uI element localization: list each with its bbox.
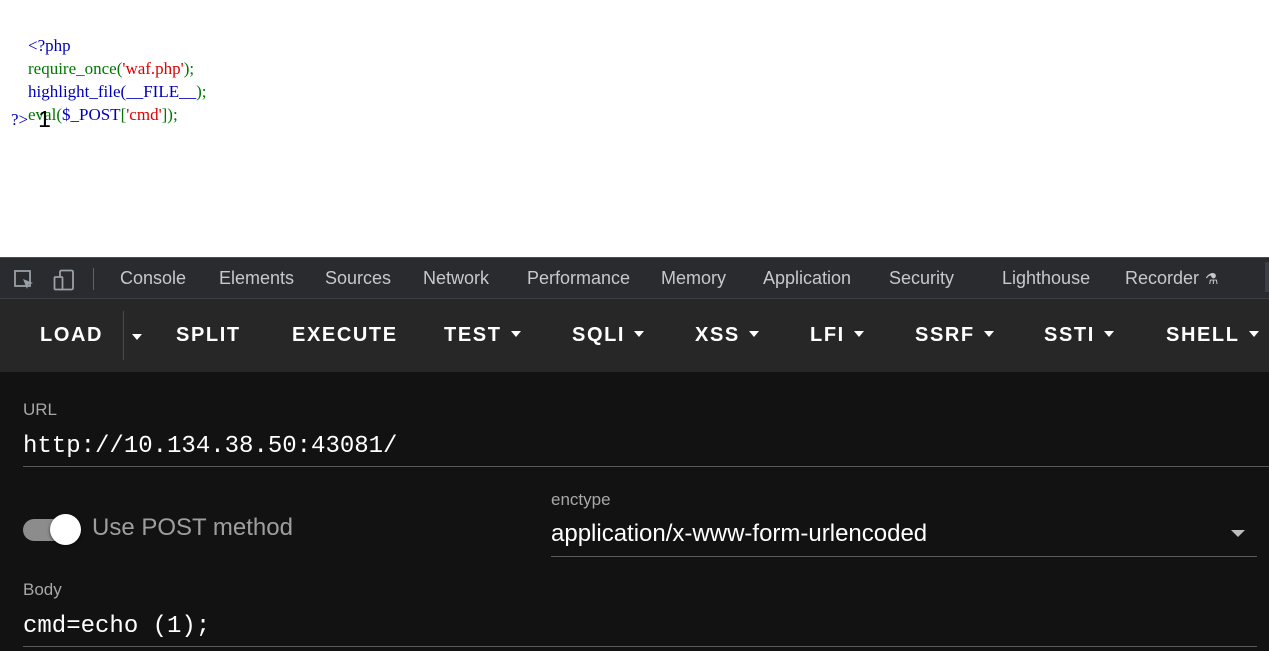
code-token: $_POST: [61, 105, 121, 124]
chevron-down-icon: [634, 331, 645, 338]
body-input-underline: [23, 646, 1257, 647]
body-input[interactable]: cmd=echo (1);: [23, 613, 210, 640]
devtools-tab-bar: Console Elements Sources Network Perform…: [0, 257, 1269, 299]
post-toggle-knob[interactable]: [50, 514, 81, 545]
tab-security[interactable]: Security: [889, 258, 954, 299]
chevron-down-icon: [1248, 331, 1259, 338]
tab-recorder[interactable]: Recorder ⚗: [1125, 258, 1218, 299]
body-label: Body: [23, 580, 62, 599]
tab-lighthouse[interactable]: Lighthouse: [1002, 258, 1090, 299]
chevron-down-icon: [1103, 331, 1114, 338]
xss-menu-label: XSS: [695, 324, 740, 346]
lfi-menu-button[interactable]: LFI: [810, 299, 864, 372]
toolbar-divider: [93, 268, 94, 290]
echo-output: 1: [38, 105, 51, 132]
flask-icon: ⚗: [1205, 271, 1219, 288]
code-token: highlight_file(: [28, 82, 127, 101]
tab-network[interactable]: Network: [423, 258, 489, 299]
hackbar-toolbar: LOAD SPLIT EXECUTE TEST SQLI XSS LFI SSR…: [0, 299, 1269, 372]
enctype-select[interactable]: application/x-www-form-urlencoded: [551, 520, 927, 548]
load-split-divider: [123, 311, 124, 360]
code-line: <?php: [11, 11, 207, 55]
code-token: require_once(: [28, 59, 123, 78]
device-toolbar-icon[interactable]: [53, 269, 75, 291]
chevron-down-icon: [983, 331, 994, 338]
ssti-menu-label: SSTI: [1044, 324, 1095, 346]
tab-recorder-label: Recorder: [1125, 268, 1200, 288]
tab-overflow-edge: [1265, 262, 1269, 292]
url-input-underline: [23, 466, 1269, 467]
ssrf-menu-label: SSRF: [915, 324, 975, 346]
ssrf-menu-button[interactable]: SSRF: [915, 299, 994, 372]
chevron-down-icon: [853, 331, 864, 338]
php-closing-tag: ?>: [11, 109, 29, 129]
tab-elements[interactable]: Elements: [219, 258, 294, 299]
sqli-menu-label: SQLI: [572, 324, 626, 346]
xss-menu-button[interactable]: XSS: [695, 299, 759, 372]
code-token: ]);: [161, 105, 178, 124]
ssti-menu-button[interactable]: SSTI: [1044, 299, 1114, 372]
code-token: );: [196, 82, 207, 101]
code-token: 'cmd': [126, 105, 162, 124]
tab-console[interactable]: Console: [120, 258, 186, 299]
lfi-menu-label: LFI: [810, 324, 845, 346]
devtools-panel: Console Elements Sources Network Perform…: [0, 257, 1269, 651]
shell-menu-button[interactable]: SHELL: [1166, 299, 1259, 372]
tab-memory[interactable]: Memory: [661, 258, 726, 299]
chevron-down-icon: [748, 331, 759, 338]
inspect-element-icon[interactable]: [13, 269, 35, 291]
test-menu-label: TEST: [444, 324, 502, 346]
url-input[interactable]: http://10.134.38.50:43081/: [23, 433, 397, 460]
chevron-down-icon: [510, 331, 521, 338]
highlighted-source: <?php require_once('waf.php'); highlight…: [11, 11, 207, 135]
code-token: 'waf.php': [122, 59, 184, 78]
dropdown-arrow-icon[interactable]: [1231, 530, 1245, 537]
url-label: URL: [23, 400, 58, 419]
enctype-underline: [551, 556, 1257, 557]
post-toggle-label: Use POST method: [92, 514, 293, 541]
code-token: );: [183, 59, 195, 78]
test-menu-button[interactable]: TEST: [444, 299, 521, 372]
shell-menu-label: SHELL: [1166, 324, 1240, 346]
code-token: __FILE__: [126, 82, 197, 101]
hackbar-form: URL http://10.134.38.50:43081/ Use POST …: [0, 372, 1269, 651]
execute-button[interactable]: EXECUTE: [292, 299, 398, 372]
sqli-menu-button[interactable]: SQLI: [572, 299, 645, 372]
split-button[interactable]: SPLIT: [176, 299, 241, 372]
tab-application[interactable]: Application: [763, 258, 851, 299]
code-token: <?php: [28, 36, 71, 55]
tab-sources[interactable]: Sources: [325, 258, 391, 299]
enctype-label: enctype: [551, 490, 611, 509]
load-button[interactable]: LOAD: [40, 299, 103, 372]
tab-performance[interactable]: Performance: [527, 258, 630, 299]
load-dropdown-icon[interactable]: [132, 334, 142, 340]
